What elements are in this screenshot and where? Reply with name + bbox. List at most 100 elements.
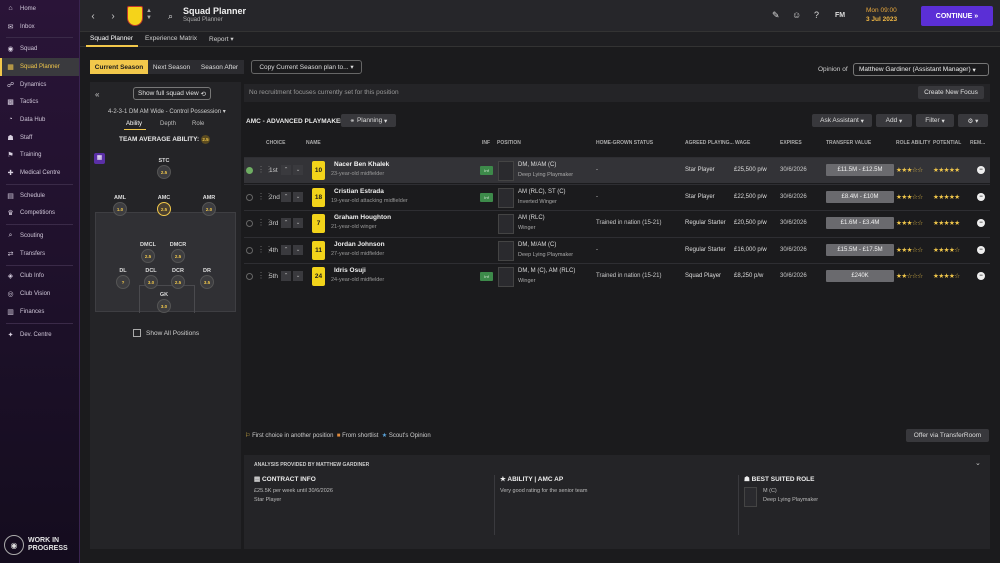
- sidebar-item-squad[interactable]: ◉ Squad: [0, 40, 79, 58]
- col-agreed-playing[interactable]: AGREED PLAYING...: [685, 140, 734, 146]
- col-name[interactable]: NAME: [306, 140, 321, 146]
- chevron-up-icon[interactable]: ⌃: [281, 191, 291, 202]
- select-radio[interactable]: [246, 167, 253, 174]
- table-row[interactable]: ⋮⋮ 5th 24 Idris Osuji 24-year-old midfielder…: [244, 263, 990, 289]
- copy-plan-dropdown[interactable]: Copy Current Season plan to... ▾: [251, 60, 362, 74]
- tab-role[interactable]: Role: [192, 121, 204, 127]
- search-icon[interactable]: ⌕: [168, 11, 173, 22]
- position-stc[interactable]: STC 2.5: [149, 158, 179, 179]
- sidebar-item-scouting[interactable]: ⌕ Scouting: [0, 227, 79, 245]
- add-button[interactable]: Add ▾: [876, 114, 912, 127]
- remove-icon[interactable]: −: [977, 166, 985, 174]
- col-remove[interactable]: REM...: [970, 140, 985, 146]
- chevron-down-icon[interactable]: ⌄: [293, 271, 303, 281]
- sidebar-item-dev-centre[interactable]: ✦ Dev. Centre: [0, 326, 79, 344]
- sidebar-item-training[interactable]: ⚑ Training: [0, 147, 79, 165]
- table-row[interactable]: ⋮⋮ 4th 11 Jordan Johnson 27-year-old midfiel…: [244, 236, 990, 263]
- select-radio[interactable]: [246, 246, 253, 254]
- filter-button[interactable]: Filter ▾: [916, 114, 954, 127]
- offer-transferroom-button[interactable]: Offer via TransferRoom: [906, 429, 989, 442]
- planning-dropdown[interactable]: ⚭ Planning ▾: [341, 114, 396, 127]
- manager-icon[interactable]: ☺: [792, 10, 801, 20]
- chevron-down-icon[interactable]: ⌄: [975, 459, 981, 467]
- position-aml[interactable]: AML 1.0: [105, 195, 135, 216]
- pitch-view-icon[interactable]: ▦: [94, 153, 105, 164]
- sidebar-item-schedule[interactable]: ▤ Schedule: [0, 187, 79, 205]
- full-squad-button[interactable]: Show full squad view ⟲: [133, 87, 211, 100]
- tab-squad-planner[interactable]: Squad Planner: [90, 35, 133, 42]
- settings-button[interactable]: ⚙ ▾: [958, 114, 988, 127]
- help-icon[interactable]: ?: [814, 10, 819, 20]
- select-radio[interactable]: [246, 273, 253, 280]
- opinion-select[interactable]: Matthew Gardiner (Assistant Manager) ▾: [853, 63, 989, 76]
- club-logo[interactable]: [127, 6, 143, 26]
- sidebar-item-staff[interactable]: ☗ Staff: [0, 129, 79, 147]
- reorder-buttons[interactable]: ⌃ ⌄: [281, 165, 305, 175]
- position-dl[interactable]: DL?: [108, 268, 138, 289]
- player-name[interactable]: Cristian Estrada: [334, 188, 384, 195]
- sidebar-item-data-hub[interactable]: ◔ Data Hub: [0, 111, 79, 129]
- chevron-up-icon[interactable]: ⌃: [281, 271, 291, 281]
- ask-assistant-button[interactable]: Ask Assistant ▾: [812, 114, 872, 127]
- remove-icon[interactable]: −: [977, 192, 985, 201]
- continue-button[interactable]: CONTINUE »: [921, 6, 993, 26]
- position-gk[interactable]: GK 3.0: [149, 292, 179, 313]
- col-wage[interactable]: WAGE: [735, 140, 750, 146]
- position-amr[interactable]: AMR 2.0: [194, 195, 224, 216]
- sidebar-item-tactics[interactable]: ▩ Tactics: [0, 93, 79, 111]
- tab-depth[interactable]: Depth: [160, 121, 176, 127]
- reorder-buttons[interactable]: ⌃ ⌄: [281, 271, 305, 281]
- chevron-up-icon[interactable]: ⌃: [281, 244, 291, 255]
- col-role-ability[interactable]: ROLE ABILITY: [896, 140, 931, 146]
- position-dcr[interactable]: DCR 2.5: [163, 268, 193, 289]
- table-row[interactable]: ⋮⋮ 1st 10 Nacer Ben Khalek 23-year-old midfi…: [244, 157, 990, 183]
- col-expires[interactable]: EXPIRES: [780, 140, 802, 146]
- season-after-tab[interactable]: Season After: [195, 60, 244, 74]
- player-name[interactable]: Graham Houghton: [334, 214, 391, 221]
- chevron-down-icon[interactable]: ⌄: [293, 244, 303, 255]
- position-amc[interactable]: AMC 2.5: [149, 195, 179, 216]
- remove-icon[interactable]: −: [977, 272, 985, 280]
- reorder-buttons[interactable]: ⌃ ⌄: [281, 191, 305, 202]
- show-all-positions-checkbox[interactable]: Show All Positions: [133, 329, 199, 337]
- next-season-tab[interactable]: Next Season: [148, 60, 195, 74]
- sidebar-item-transfers[interactable]: ⇄ Transfers: [0, 245, 79, 263]
- position-dmcr[interactable]: DMCR 2.5: [163, 242, 193, 263]
- sidebar-item-club-info[interactable]: ◈ Club Info: [0, 268, 79, 286]
- sidebar-item-dynamics[interactable]: ☍ Dynamics: [0, 76, 79, 94]
- col-position[interactable]: POSITION: [497, 140, 521, 146]
- chevron-down-icon[interactable]: ⌄: [293, 218, 303, 228]
- col-home-grown[interactable]: HOME-GROWN STATUS: [596, 140, 653, 146]
- tab-experience-matrix[interactable]: Experience Matrix: [145, 35, 197, 42]
- select-radio[interactable]: [246, 193, 253, 201]
- sidebar-item-home[interactable]: ⌂ Home: [0, 0, 79, 18]
- position-dmcl[interactable]: DMCL 2.5: [133, 242, 163, 263]
- position-dr[interactable]: DR 3.5: [192, 268, 222, 289]
- player-name[interactable]: Nacer Ben Khalek: [334, 161, 389, 168]
- sidebar-item-inbox[interactable]: ✉ Inbox: [0, 18, 79, 36]
- player-name[interactable]: Idris Osuji: [334, 267, 366, 274]
- forward-icon[interactable]: ›: [106, 9, 120, 23]
- sidebar-item-competitions[interactable]: ♛ Competitions: [0, 205, 79, 223]
- collapse-icon[interactable]: «: [95, 90, 99, 99]
- remove-icon[interactable]: −: [977, 219, 985, 227]
- back-icon[interactable]: ‹: [86, 9, 100, 23]
- chevron-up-icon[interactable]: ⌃: [281, 218, 291, 228]
- table-row[interactable]: ⋮⋮ 2nd 18 Cristian Estrada 19-year-old attac…: [244, 183, 990, 210]
- position-dcl[interactable]: DCL 3.0: [136, 268, 166, 289]
- reorder-buttons[interactable]: ⌃ ⌄: [281, 244, 305, 255]
- table-row[interactable]: ⋮⋮ 3rd 7 Graham Houghton 21-year-old winger A…: [244, 210, 990, 236]
- col-inf[interactable]: INF: [482, 140, 490, 146]
- club-switch-icon[interactable]: ▲ ▼: [146, 8, 152, 22]
- fm-menu-button[interactable]: FM: [835, 12, 845, 19]
- chevron-up-icon[interactable]: ⌃: [281, 165, 291, 175]
- chevron-down-icon[interactable]: ⌄: [293, 191, 303, 202]
- tab-report[interactable]: Report ▾: [209, 35, 234, 43]
- tab-ability[interactable]: Ability: [126, 121, 142, 127]
- col-transfer-value[interactable]: TRANSFER VALUE: [826, 140, 871, 146]
- sidebar-item-finances[interactable]: ▥ Finances: [0, 303, 79, 321]
- player-name[interactable]: Jordan Johnson: [334, 241, 385, 248]
- select-radio[interactable]: [246, 220, 253, 227]
- col-potential[interactable]: POTENTIAL: [933, 140, 961, 146]
- create-new-focus-button[interactable]: Create New Focus: [918, 86, 984, 99]
